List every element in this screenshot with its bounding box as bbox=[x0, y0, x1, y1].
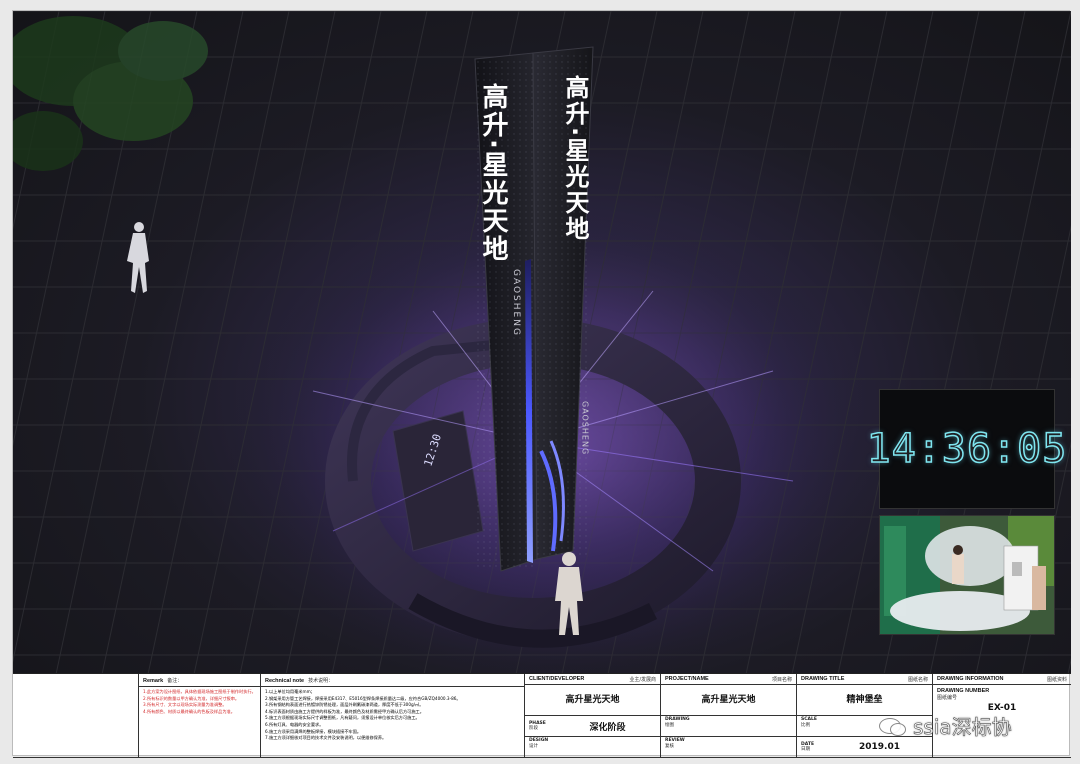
sign-brand-front: GAOSHENG bbox=[511, 269, 521, 337]
date-cell: DATE 日期 2019.01 bbox=[797, 737, 933, 758]
technical-line: 7.施工方须详细核对项目的技术文件及安装说明，以便维修保养。 bbox=[265, 735, 387, 741]
drawing-label-cn: 绘图 bbox=[665, 722, 674, 728]
technical-title-cn: 技术说明： bbox=[308, 678, 334, 684]
client-label-en: CLIENT/DEVELOPER bbox=[529, 676, 585, 682]
project-label-en: PROJECT/NAME bbox=[665, 676, 709, 682]
drawing-title-label-en: DRAWING TITLE bbox=[801, 676, 845, 682]
rendering-view: 高升·星光天地 GAOSHENG 高升·星光天地 GAOSHENG 12:30 … bbox=[13, 11, 1071, 673]
technical-line: 6.所有灯具、电器的安全要求。 bbox=[265, 721, 324, 727]
remark-title-en: Remark bbox=[143, 678, 164, 684]
remark-line: 1.此方案为设计图纸，具体依据现场施工图纸于制作时执行。 bbox=[143, 689, 256, 694]
blank-cell bbox=[13, 674, 139, 758]
technical-title-en: Rechnical note bbox=[265, 678, 305, 684]
review-label-cn: 复核 bbox=[665, 743, 674, 749]
sign-title-front: 高升·星光天地 bbox=[478, 82, 509, 263]
clock-display: 14:36:05 bbox=[866, 425, 1068, 473]
remark-line: 3.所有尺寸、文字以现场实际测量为准调整。 bbox=[143, 702, 227, 708]
drawing-sheet: 高升·星光天地 GAOSHENG 高升·星光天地 GAOSHENG 12:30 … bbox=[12, 10, 1071, 758]
client-cell: CLIENT/DEVELOPER 业主/发展商 高升星光天地 bbox=[525, 674, 661, 716]
watermark-text: ssia深标协 bbox=[913, 715, 1012, 740]
project-cell: PROJECT/NAME 项目名称 高升星光天地 bbox=[661, 674, 797, 716]
design-label-cn: 设计 bbox=[529, 743, 538, 749]
technical-line: 3.所有钢结构表面进行热镀锌防锈处理，面层外刷氟碳漆两道，厚度不低于300g/㎡… bbox=[265, 702, 424, 708]
date-label-cn: 日期 bbox=[801, 747, 810, 752]
drawing-number-label-cn: 图纸编号 bbox=[937, 695, 958, 701]
design-cell: DESIGN 设计 bbox=[525, 737, 661, 758]
remark-line: 4.所有颜色、材质以最终确认的色板及样品为准。 bbox=[143, 708, 235, 714]
review-cell: REVIEW 复核 bbox=[661, 737, 797, 758]
drawing-info-label-en: DRAWING INFORMATION bbox=[937, 676, 1004, 682]
drawing-title-cell: DRAWING TITLE 图纸名称 精神堡垒 bbox=[797, 674, 933, 716]
clock-inset: 14:36:05 bbox=[866, 389, 1067, 509]
drawing-info-label-cn: 图纸资料 bbox=[1046, 677, 1067, 683]
phase-cell: PHASE 阶段 深化阶段 bbox=[525, 716, 661, 737]
photo-scene bbox=[880, 516, 1054, 634]
technical-line: 1.以上单位均用毫米mm； bbox=[265, 689, 315, 694]
reference-photo bbox=[879, 515, 1055, 635]
project-value: 高升星光天地 bbox=[701, 695, 756, 705]
sign-title-side: 高升·星光天地 bbox=[561, 74, 590, 242]
wechat-icon bbox=[879, 717, 906, 736]
date-value: 2019.01 bbox=[859, 742, 900, 752]
client-value: 高升星光天地 bbox=[565, 695, 620, 705]
client-label-cn: 业主/发展商 bbox=[629, 677, 656, 683]
sign-brand-side: GAOSHENG bbox=[581, 401, 590, 455]
remark-title-cn: 备注： bbox=[167, 678, 183, 684]
drawing-title-value: 精神堡垒 bbox=[846, 695, 883, 705]
drawing-title-label-cn: 图纸名称 bbox=[907, 677, 928, 683]
drawing-cell: DRAWING 绘图 bbox=[661, 716, 797, 737]
project-label-cn: 项目名称 bbox=[771, 677, 792, 683]
watermark: ssia深标协 bbox=[879, 711, 1012, 740]
technical-line: 5.施工方须根据现场实际尺寸调整图纸，凡有疑问，须报设计单位核实后方可施工。 bbox=[265, 715, 420, 721]
technical-note-section: Rechnical note 技术说明： 1.以上单位均用毫米mm； 2.钢架采… bbox=[261, 674, 525, 758]
phase-label-cn: 阶段 bbox=[529, 726, 538, 731]
phase-value: 深化阶段 bbox=[589, 722, 626, 733]
remark-section: Remark 备注： 1.此方案为设计图纸，具体依据现场施工图纸于制作时执行。 … bbox=[139, 674, 261, 758]
